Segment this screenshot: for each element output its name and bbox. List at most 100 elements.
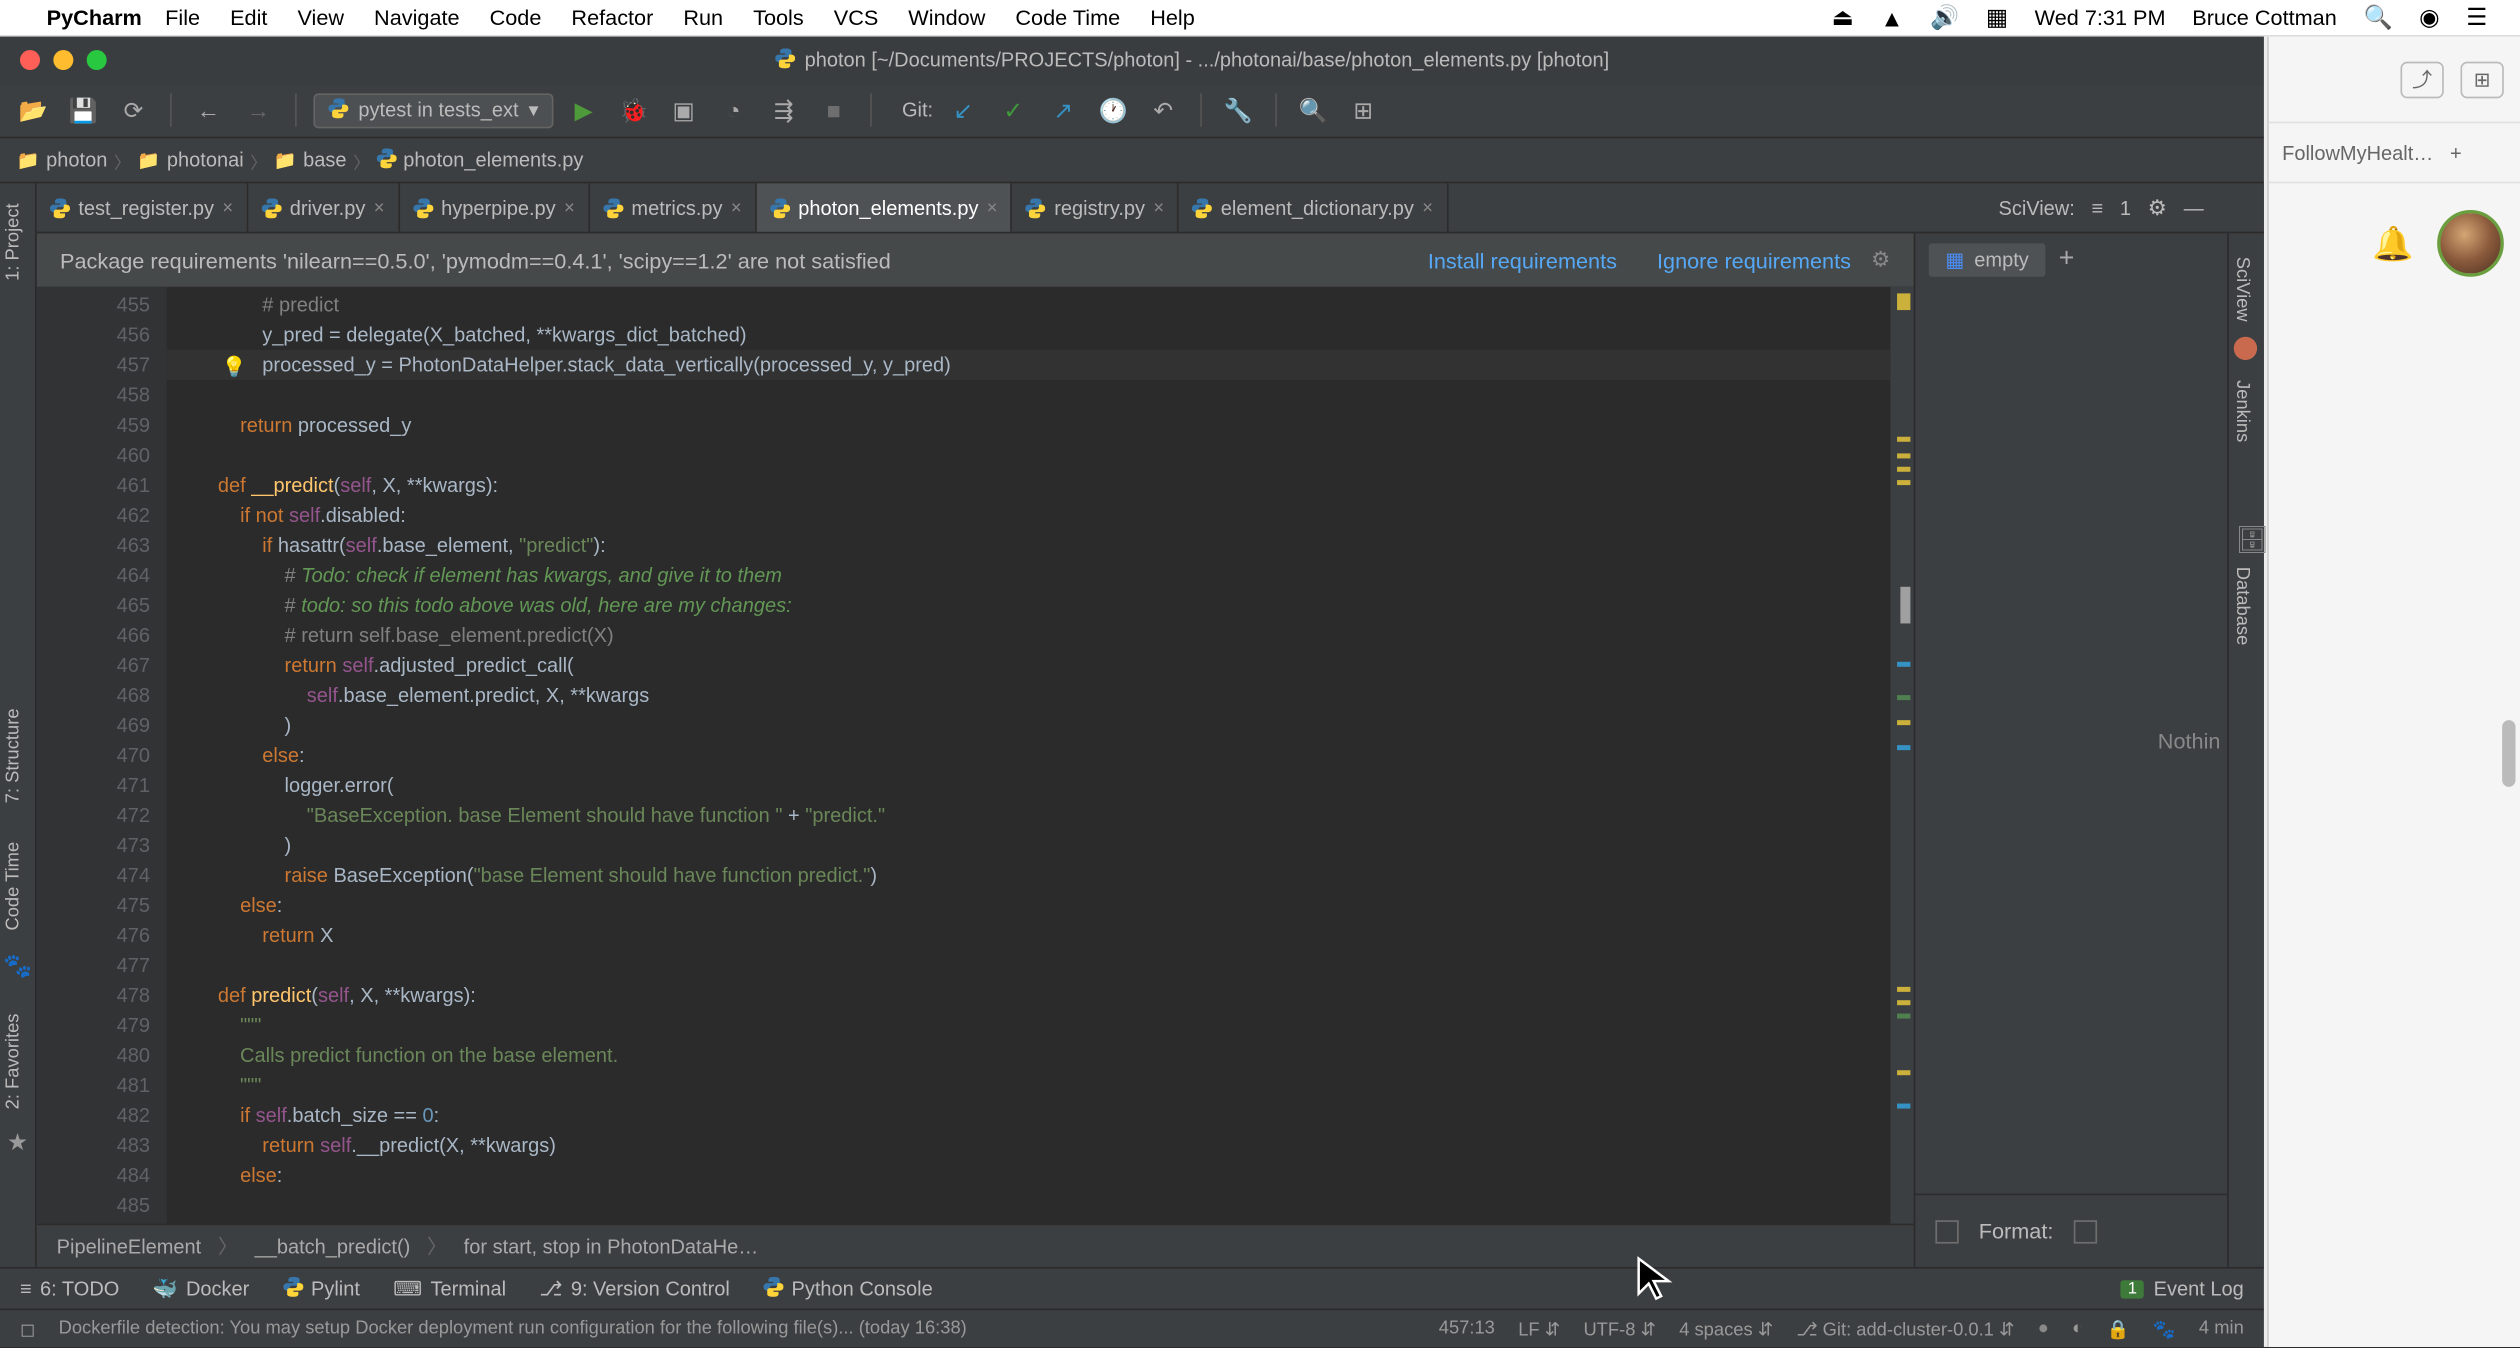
- ignore-requirements-link[interactable]: Ignore requirements: [1657, 248, 1851, 273]
- open-icon[interactable]: 📂: [13, 91, 53, 131]
- menu-window[interactable]: Window: [908, 5, 985, 30]
- user-name[interactable]: Bruce Cottman: [2192, 5, 2337, 30]
- structure-tool-button[interactable]: 7: Structure: [0, 694, 27, 815]
- code-editor[interactable]: 455456457💡458459460461462463464465466467…: [37, 287, 1914, 1224]
- minimize-icon[interactable]: —: [2184, 197, 2204, 220]
- settings-icon[interactable]: 🔧: [1218, 91, 1258, 131]
- zoom-window-button[interactable]: [87, 51, 107, 71]
- status-dot-icon[interactable]: ●: [2038, 1319, 2049, 1339]
- save-icon[interactable]: 💾: [63, 91, 103, 131]
- forward-icon[interactable]: →: [238, 91, 278, 131]
- error-stripe[interactable]: [1890, 287, 1913, 1224]
- terminal-tool-button[interactable]: ⌨Terminal: [393, 1277, 506, 1300]
- code-crumb[interactable]: PipelineElement: [57, 1235, 202, 1258]
- run-icon[interactable]: ▶: [564, 91, 604, 131]
- favorites-icon[interactable]: ★: [0, 1122, 35, 1164]
- menu-file[interactable]: File: [165, 5, 200, 30]
- gear-icon[interactable]: ⚙: [2148, 195, 2167, 222]
- search-icon[interactable]: 🔍: [1293, 91, 1333, 131]
- cursor-position[interactable]: 457:13: [1439, 1319, 1495, 1339]
- encoding[interactable]: UTF-8 ⇵: [1583, 1318, 1655, 1340]
- sync-icon[interactable]: ⟳: [113, 91, 153, 131]
- editor-tab[interactable]: registry.py×: [1013, 184, 1180, 232]
- sciview-box[interactable]: [1935, 1220, 1958, 1243]
- breadcrumb-file[interactable]: photon_elements.py: [377, 148, 584, 173]
- concurrency-icon[interactable]: ⇶: [764, 91, 804, 131]
- menu-code[interactable]: Code: [490, 5, 542, 30]
- sciview-format-box[interactable]: [2073, 1220, 2096, 1243]
- add-tab-icon[interactable]: +: [2059, 245, 2075, 275]
- close-tab-icon[interactable]: ×: [564, 198, 575, 218]
- close-tab-icon[interactable]: ×: [1422, 198, 1433, 218]
- menu-view[interactable]: View: [297, 5, 344, 30]
- lock-icon[interactable]: 🔒: [2107, 1318, 2130, 1340]
- spotlight-icon[interactable]: 🔍: [2363, 3, 2392, 31]
- menu-help[interactable]: Help: [1150, 5, 1195, 30]
- new-tab-icon[interactable]: +: [2450, 141, 2462, 164]
- menu-vcs[interactable]: VCS: [834, 5, 879, 30]
- line-separator[interactable]: LF ⇵: [1518, 1318, 1560, 1340]
- editor-tab[interactable]: test_register.py×: [37, 184, 248, 232]
- user-avatar[interactable]: [2437, 210, 2504, 277]
- notification-center-icon[interactable]: ☰: [2466, 3, 2487, 31]
- menu-navigate[interactable]: Navigate: [374, 5, 460, 30]
- git-pull-icon[interactable]: ↙: [943, 91, 983, 131]
- share-icon[interactable]: ⤴: [2400, 61, 2443, 98]
- codetime-icon[interactable]: 🐾: [0, 945, 35, 987]
- close-window-button[interactable]: [20, 51, 40, 71]
- todo-tool-button[interactable]: ≡6: TODO: [20, 1277, 119, 1300]
- editor-tab[interactable]: photon_elements.py×: [757, 184, 1013, 232]
- database-icon[interactable]: 🗄: [2235, 524, 2269, 557]
- git-branch[interactable]: ⎇ Git: add-cluster-0.0.1 ⇵: [1796, 1318, 2014, 1340]
- browser-scrollbar[interactable]: [2502, 720, 2515, 787]
- code-crumb[interactable]: for start, stop in PhotonDataHe…: [464, 1235, 759, 1258]
- install-requirements-link[interactable]: Install requirements: [1428, 248, 1617, 273]
- code-crumb[interactable]: __batch_predict(): [255, 1235, 411, 1258]
- git-push-icon[interactable]: ↗: [1043, 91, 1083, 131]
- stop-icon[interactable]: ■: [814, 91, 854, 131]
- sciview-tab-empty[interactable]: ▦ empty: [1929, 244, 2046, 277]
- run-config-select[interactable]: pytest in tests_ext ▾: [313, 93, 553, 128]
- history-icon[interactable]: 🕐: [1093, 91, 1133, 131]
- browser-tab-label[interactable]: FollowMyHealt…: [2282, 141, 2433, 164]
- paw-icon[interactable]: 🐾: [2153, 1318, 2176, 1340]
- intention-bulb-icon[interactable]: 💡: [222, 352, 247, 382]
- minimize-window-button[interactable]: [53, 51, 73, 71]
- status-mask-icon[interactable]: ◐: [2072, 1319, 2083, 1339]
- close-tab-icon[interactable]: ×: [987, 198, 998, 218]
- project-tool-button[interactable]: 1: Project: [0, 190, 27, 294]
- vcs-tool-button[interactable]: ⎇9: Version Control: [539, 1277, 729, 1300]
- menu-run[interactable]: Run: [683, 5, 723, 30]
- menu-tools[interactable]: Tools: [753, 5, 804, 30]
- sciview-tool-button[interactable]: SciView: [2229, 244, 2256, 336]
- editor-tab[interactable]: driver.py×: [248, 184, 399, 232]
- app-icon[interactable]: ▦: [1986, 3, 2008, 31]
- git-commit-icon[interactable]: ✓: [993, 91, 1033, 131]
- debug-icon[interactable]: 🐞: [614, 91, 654, 131]
- jenkins-icon[interactable]: [2234, 337, 2257, 360]
- python-console-tool-button[interactable]: Python Console: [763, 1276, 933, 1301]
- coverage-icon[interactable]: ▣: [664, 91, 704, 131]
- structure-popup-icon[interactable]: ⊞: [1343, 91, 1383, 131]
- banner-settings-icon[interactable]: ⚙: [1871, 247, 1890, 274]
- tabs-icon[interactable]: ⊞: [2460, 61, 2503, 98]
- docker-tool-button[interactable]: 🐳Docker: [153, 1277, 250, 1300]
- siri-icon[interactable]: ◉: [2419, 3, 2439, 31]
- breadcrumb-base[interactable]: 📁base: [274, 149, 347, 172]
- volume-icon[interactable]: 🔊: [1930, 3, 1959, 31]
- editor-tab[interactable]: element_dictionary.py×: [1179, 184, 1448, 232]
- close-tab-icon[interactable]: ×: [374, 198, 385, 218]
- tool-windows-icon[interactable]: ◻: [20, 1318, 35, 1340]
- app-name[interactable]: PyCharm: [47, 5, 142, 30]
- bell-icon[interactable]: 🔔: [2372, 223, 2414, 265]
- event-log-button[interactable]: Event Log: [2154, 1277, 2244, 1300]
- breadcrumb-project[interactable]: 📁photon: [17, 149, 108, 172]
- list-icon[interactable]: ≡: [2091, 197, 2103, 220]
- pylint-tool-button[interactable]: Pylint: [283, 1276, 360, 1301]
- profile-icon[interactable]: ◔: [714, 91, 754, 131]
- clock[interactable]: Wed 7:31 PM: [2035, 5, 2166, 30]
- favorites-tool-button[interactable]: 2: Favorites: [0, 1000, 27, 1122]
- database-tool-button[interactable]: Database: [2229, 554, 2256, 659]
- editor-tab[interactable]: metrics.py×: [590, 184, 757, 232]
- codetime-tool-button[interactable]: Code Time: [0, 829, 27, 944]
